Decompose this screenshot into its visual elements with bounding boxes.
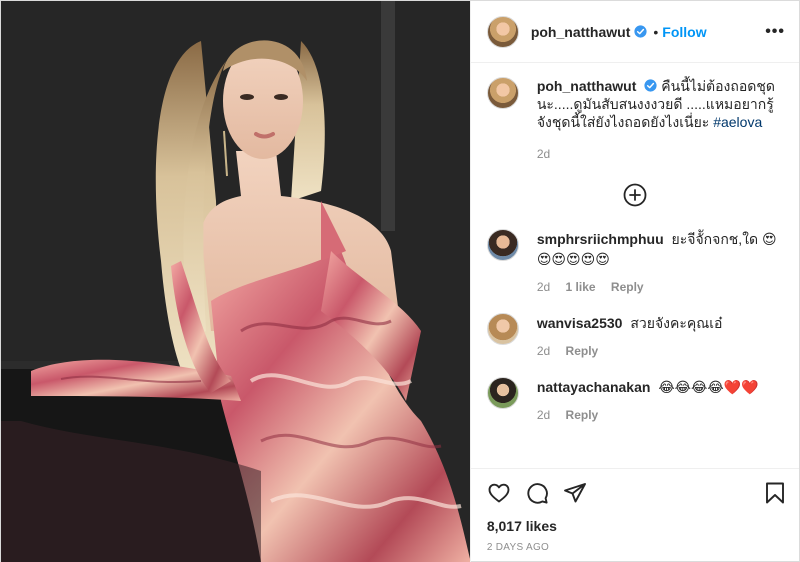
post-photo[interactable] [1, 1, 470, 562]
likes-count[interactable]: 8,017 likes [471, 516, 799, 536]
load-more-comments-button[interactable] [487, 183, 783, 207]
heart-icon[interactable] [487, 481, 511, 505]
reply-button[interactable]: Reply [611, 280, 644, 294]
header-separator: • [653, 23, 659, 40]
comment-item: nattayachanakan 😂😂😂😂❤️❤️ 2d Reply [486, 377, 783, 425]
comment-time[interactable]: 2d [537, 280, 550, 294]
comment-username[interactable]: smphrsriichmphuu [537, 231, 664, 247]
post-actions-bar [470, 468, 799, 516]
post-side-panel: poh_natthawut • Follow ••• poh_natthawut… [469, 1, 799, 562]
commenter-avatar[interactable] [486, 229, 519, 261]
post-caption: poh_natthawut คืนนี้ไม่ต้องถอดชุดนะ.....… [486, 77, 783, 163]
comment-text: สวยจังคะคุณเอ๋ [630, 315, 723, 331]
reply-button[interactable]: Reply [566, 344, 599, 358]
comment-time[interactable]: 2d [537, 344, 550, 358]
instagram-post: poh_natthawut • Follow ••• poh_natthawut… [0, 0, 800, 562]
plus-circle-icon [623, 183, 647, 207]
share-icon[interactable] [563, 481, 587, 505]
post-date[interactable]: 2 DAYS AGO [471, 536, 799, 562]
comment-item: wanvisa2530 สวยจังคะคุณเอ๋ 2d Reply [486, 313, 783, 361]
comment-item: smphrsriichmphuu ยะจีจัักจกช,ใด 😍😍😍😍😍😍 2… [486, 229, 783, 297]
verified-badge-icon [644, 79, 657, 92]
post-photo-illustration [1, 1, 470, 562]
comment-username[interactable]: nattayachanakan [537, 379, 651, 395]
caption-username[interactable]: poh_natthawut [537, 78, 637, 94]
more-options-icon[interactable]: ••• [765, 23, 785, 41]
reply-button[interactable]: Reply [566, 408, 599, 422]
author-avatar[interactable] [486, 15, 519, 48]
commenter-avatar[interactable] [486, 313, 519, 345]
post-header: poh_natthawut • Follow ••• [470, 1, 799, 63]
comments-list[interactable]: poh_natthawut คืนนี้ไม่ต้องถอดชุดนะ.....… [471, 63, 799, 468]
caption-avatar[interactable] [486, 77, 519, 109]
comment-icon[interactable] [525, 481, 549, 505]
verified-badge-icon [634, 25, 647, 38]
comment-time[interactable]: 2d [537, 408, 550, 422]
caption-hashtag-link[interactable]: #aelova [713, 114, 762, 130]
commenter-avatar[interactable] [486, 377, 519, 409]
comment-username[interactable]: wanvisa2530 [537, 315, 623, 331]
bookmark-icon[interactable] [763, 481, 787, 505]
comment-likes[interactable]: 1 like [566, 280, 596, 294]
comment-text: 😂😂😂😂❤️❤️ [658, 379, 759, 395]
follow-button[interactable]: Follow [662, 24, 706, 40]
caption-time[interactable]: 2d [537, 147, 550, 161]
author-username[interactable]: poh_natthawut [531, 24, 631, 40]
